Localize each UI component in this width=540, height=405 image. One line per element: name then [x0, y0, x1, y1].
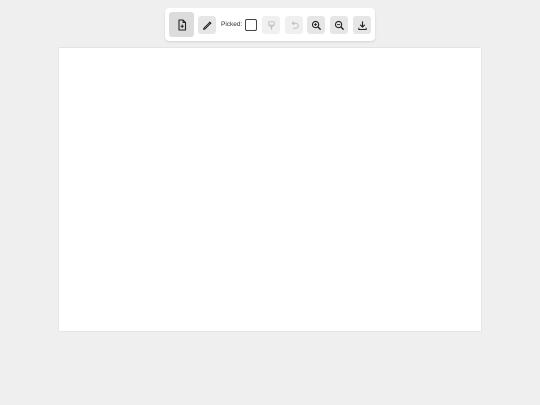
- fill-button[interactable]: [262, 16, 280, 34]
- zoom-in-button[interactable]: [307, 16, 325, 34]
- picked-label: Picked:: [221, 21, 243, 28]
- eyedropper-icon: [202, 20, 212, 30]
- paint-bucket-icon: [267, 20, 275, 30]
- picked-color-swatch: [245, 19, 257, 31]
- zoom-in-icon: [311, 20, 321, 30]
- zoom-out-icon: [334, 20, 344, 30]
- toolbar: Picked:: [165, 8, 375, 41]
- drawing-canvas[interactable]: [59, 48, 481, 331]
- open-file-button[interactable]: [169, 12, 194, 37]
- eyedropper-button[interactable]: [198, 16, 216, 34]
- download-icon: [357, 20, 367, 30]
- file-icon: [177, 18, 186, 31]
- zoom-out-button[interactable]: [330, 16, 348, 34]
- download-button[interactable]: [353, 16, 371, 34]
- undo-icon: [291, 20, 299, 29]
- undo-button[interactable]: [285, 16, 303, 34]
